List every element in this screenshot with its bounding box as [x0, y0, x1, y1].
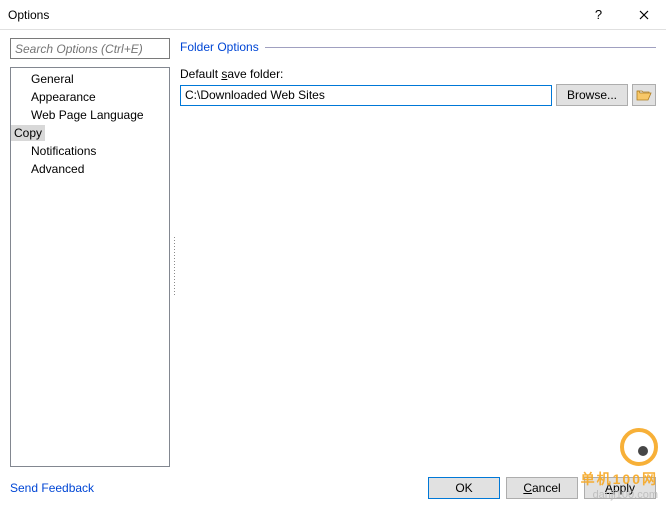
apply-button[interactable]: Apply	[584, 477, 656, 499]
section-header: Folder Options	[180, 40, 656, 54]
send-feedback-link[interactable]: Send Feedback	[10, 481, 94, 495]
browse-button[interactable]: Browse...	[556, 84, 628, 106]
dialog-content: Folder Options General Appearance Web Pa…	[0, 30, 666, 509]
titlebar: Options ?	[0, 0, 666, 30]
close-button[interactable]	[621, 0, 666, 30]
cancel-button[interactable]: Cancel	[506, 477, 578, 499]
nav-item-advanced[interactable]: Advanced	[11, 160, 169, 178]
nav-item-copy[interactable]: Copy	[11, 124, 169, 142]
ok-button[interactable]: OK	[428, 477, 500, 499]
section-title: Folder Options	[180, 40, 259, 54]
save-folder-label: Default save folder:	[180, 67, 656, 81]
nav-item-web-page-language[interactable]: Web Page Language	[11, 106, 169, 124]
search-input[interactable]	[10, 38, 170, 59]
splitter-handle[interactable]	[174, 237, 177, 295]
help-button[interactable]: ?	[576, 0, 621, 30]
window-title: Options	[8, 8, 576, 22]
nav-item-general[interactable]: General	[11, 70, 169, 88]
dialog-footer: Send Feedback OK Cancel Apply	[10, 477, 656, 499]
nav-item-appearance[interactable]: Appearance	[11, 88, 169, 106]
nav-item-notifications[interactable]: Notifications	[11, 142, 169, 160]
close-icon	[639, 10, 649, 20]
category-list[interactable]: General Appearance Web Page Language Cop…	[10, 67, 170, 467]
folder-open-icon	[636, 88, 652, 102]
open-folder-button[interactable]	[632, 84, 656, 106]
section-divider	[265, 47, 656, 48]
settings-panel: Default save folder: Browse...	[180, 67, 656, 467]
save-folder-input[interactable]	[180, 85, 552, 106]
